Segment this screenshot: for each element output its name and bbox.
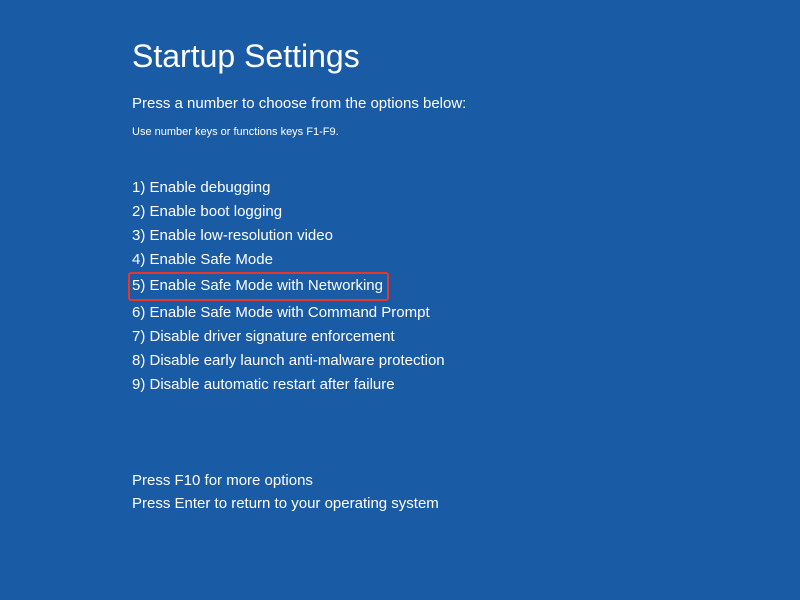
page-title: Startup Settings xyxy=(132,38,800,75)
startup-settings-screen: Startup Settings Press a number to choos… xyxy=(0,0,800,516)
option-enable-boot-logging[interactable]: 2) Enable boot logging xyxy=(132,200,282,224)
boot-options-list: 1) Enable debugging 2) Enable boot loggi… xyxy=(132,176,800,397)
option-enable-safe-mode-command-prompt[interactable]: 6) Enable Safe Mode with Command Prompt xyxy=(132,301,430,325)
option-disable-early-launch-antimalware[interactable]: 8) Disable early launch anti-malware pro… xyxy=(132,349,445,373)
footer-more-options: Press F10 for more options xyxy=(132,469,800,492)
footer-return: Press Enter to return to your operating … xyxy=(132,492,800,515)
option-enable-safe-mode[interactable]: 4) Enable Safe Mode xyxy=(132,248,273,272)
hint-text: Use number keys or functions keys F1-F9. xyxy=(132,126,800,138)
option-enable-debugging[interactable]: 1) Enable debugging xyxy=(132,176,270,200)
instruction-text: Press a number to choose from the option… xyxy=(132,95,800,112)
option-enable-low-resolution-video[interactable]: 3) Enable low-resolution video xyxy=(132,224,333,248)
option-disable-automatic-restart[interactable]: 9) Disable automatic restart after failu… xyxy=(132,373,395,397)
option-enable-safe-mode-networking[interactable]: 5) Enable Safe Mode with Networking xyxy=(128,272,389,301)
option-disable-driver-signature-enforcement[interactable]: 7) Disable driver signature enforcement xyxy=(132,325,395,349)
